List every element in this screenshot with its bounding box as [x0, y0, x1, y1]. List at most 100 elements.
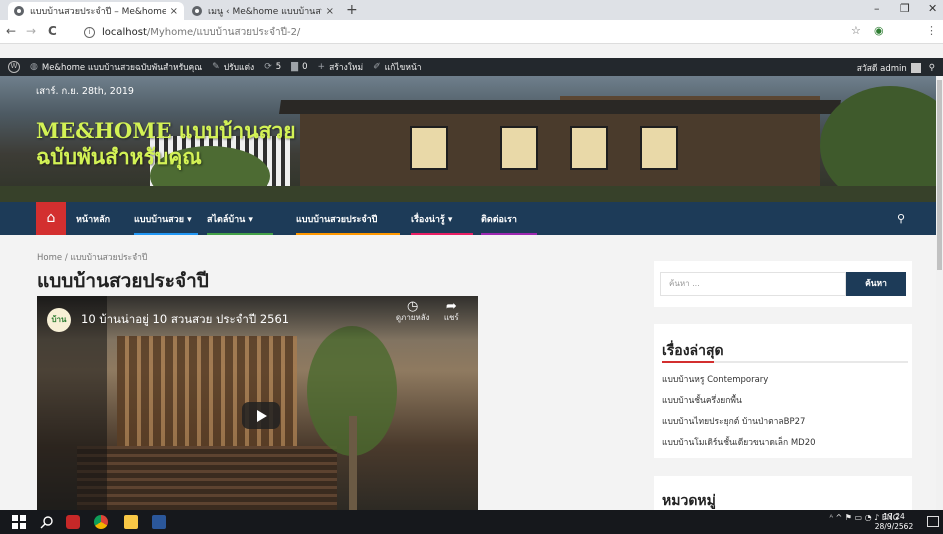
maximize-button[interactable]: ❐	[900, 2, 910, 15]
recent-post-link[interactable]: แบบบ้านโมเดิร์นชั้นเดียวขนาดเล็ก MD20	[662, 435, 816, 449]
browser-tab-strip: แบบบ้านสวยประจำปี – Me&home - × เมนู ‹ M…	[0, 0, 943, 20]
reload-button[interactable]: C	[48, 24, 57, 38]
admin-new[interactable]: + สร้างใหม่	[318, 60, 364, 74]
minimize-button[interactable]: –	[874, 2, 880, 15]
admin-edit-page[interactable]: ✐ แก้ไขหน้า	[373, 60, 421, 74]
share-button[interactable]: ➦ แชร์	[433, 299, 469, 323]
tab-close-icon[interactable]: ×	[170, 6, 178, 17]
url-path: /Myhome/แบบบ้านสวยประจำปี-2/	[146, 26, 301, 38]
admin-site-name[interactable]: ◍ Me&home แบบบ้านสวยฉบับพันสำหรับคุณ	[30, 60, 202, 74]
close-window-button[interactable]: ✕	[928, 2, 937, 15]
nav-item-articles[interactable]: เรื่องน่ารู้ ▾	[411, 202, 473, 235]
recent-post-link[interactable]: แบบบ้านไทยประยุกต์ บ้านป่าตาลBP27	[662, 414, 805, 428]
admin-account[interactable]: สวัสดี admin ⚲	[857, 61, 935, 75]
nav-item-underline	[481, 233, 537, 235]
search-icon[interactable]: ⚲	[897, 212, 905, 225]
nav-item-label: เรื่องน่ารู้ ▾	[411, 214, 453, 225]
globe-icon	[192, 6, 202, 16]
scrollbar-thumb[interactable]	[937, 80, 942, 270]
search-button[interactable]: ค้นหา	[846, 272, 906, 296]
share-label: แชร์	[443, 313, 459, 322]
admin-search-icon[interactable]: ⚲	[929, 63, 935, 73]
admin-comments[interactable]: ▇ 0	[291, 62, 307, 72]
nav-item-label: หน้าหลัก	[76, 214, 111, 225]
tab-inactive[interactable]: เมนู ‹ Me&home แบบบ้านสวยฉบับพั ×	[186, 2, 340, 20]
admin-comments-count: 0	[302, 62, 308, 72]
widget-title-underline	[662, 361, 908, 363]
search-icon[interactable]	[40, 515, 54, 529]
header-image-ground	[0, 186, 943, 202]
admin-customize[interactable]: ✎ ปรับแต่ง	[212, 60, 254, 74]
chrome-icon[interactable]	[94, 515, 108, 529]
windows-start-icon[interactable]	[12, 515, 26, 529]
site-title[interactable]: ME&HOME แบบบ้านสวยฉบับพันสำหรับคุณ	[36, 118, 306, 170]
search-widget: ค้นหา ... ค้นหา	[654, 261, 912, 307]
admin-customize-label: ปรับแต่ง	[223, 63, 255, 73]
home-icon[interactable]: ⌂	[36, 202, 66, 235]
page-scrollbar[interactable]	[936, 76, 943, 510]
video-title[interactable]: 10 บ้านน่าอยู่ 10 สวนสวย ประจำปี 2561	[81, 311, 289, 329]
wp-admin-bar: W ◍ Me&home แบบบ้านสวยฉบับพันสำหรับคุณ ✎ ป…	[0, 58, 943, 76]
browser-menu-icon[interactable]: ⋮	[926, 24, 937, 37]
avatar	[910, 63, 921, 73]
url-field[interactable]: i localhost /Myhome/แบบบ้านสวยประจำปี-2/	[84, 23, 844, 41]
taskbar: ᴬ ^ ⚑ ▭ ◔ ♪ ENG 17:24 28/9/2562	[0, 510, 943, 534]
nav-item-contact[interactable]: ติดต่อเรา	[481, 202, 537, 235]
clock-date: 28/9/2562	[874, 522, 914, 531]
nav-item-underline	[76, 233, 122, 235]
file-explorer-icon[interactable]	[124, 515, 138, 529]
video-thumbnail-deck	[77, 446, 337, 510]
clock-icon: ◷	[407, 299, 419, 314]
admin-edit-label: แก้ไขหน้า	[384, 63, 422, 73]
recent-post-link[interactable]: แบบบ้านชั้นครึ่งยกพื้น	[662, 393, 742, 407]
nav-item-beautiful-houses[interactable]: แบบบ้านสวย ▾	[134, 202, 198, 235]
share-icon: ➦	[445, 299, 457, 314]
admin-updates[interactable]: ⟳ 5	[264, 62, 281, 72]
bookmark-star-icon[interactable]: ☆	[851, 24, 861, 37]
info-icon[interactable]: i	[84, 26, 95, 38]
admin-updates-count: 5	[275, 62, 282, 72]
nav-item-annual-houses[interactable]: แบบบ้านสวยประจำปี	[296, 202, 400, 235]
back-button[interactable]: ←	[6, 24, 16, 38]
recent-posts-widget: เรื่องล่าสุด แบบบ้านหรู Contemporary แบบ…	[654, 324, 912, 458]
word-icon[interactable]	[152, 515, 166, 529]
page-title: แบบบ้านสวยประจำปี	[37, 270, 209, 292]
plus-icon: +	[317, 62, 326, 72]
breadcrumb-separator: /	[64, 253, 68, 263]
play-button[interactable]	[242, 402, 280, 429]
search-input[interactable]: ค้นหา ...	[660, 272, 846, 296]
system-clock[interactable]: 17:24 28/9/2562	[869, 512, 919, 532]
new-tab-button[interactable]: +	[346, 3, 358, 17]
tab-close-icon[interactable]: ×	[326, 6, 334, 17]
wordpress-logo-icon[interactable]: W	[8, 61, 20, 73]
tab-title: เมนู ‹ Me&home แบบบ้านสวยฉบับพั	[208, 7, 322, 17]
globe-icon	[14, 6, 24, 16]
breadcrumb-home-link[interactable]: Home	[37, 253, 62, 263]
nav-item-label: แบบบ้านสวย ▾	[134, 214, 192, 225]
nav-item-label: สไตล์บ้าน ▾	[207, 214, 253, 225]
channel-avatar[interactable]: บ้าน	[47, 308, 71, 332]
nav-item-house-styles[interactable]: สไตล์บ้าน ▾	[207, 202, 273, 235]
clock-time: 17:24	[883, 512, 905, 521]
media-app-icon[interactable]	[66, 515, 80, 529]
nav-item-label: แบบบ้านสวยประจำปี	[296, 214, 378, 225]
dashboard-icon: ◍	[30, 62, 38, 72]
forward-button[interactable]: →	[26, 24, 36, 38]
watch-later-button[interactable]: ◷ ดูภายหลัง	[395, 299, 431, 323]
recent-posts-title: เรื่องล่าสุด	[662, 343, 724, 359]
brush-icon: ✎	[212, 62, 220, 72]
admin-site-name-label: Me&home แบบบ้านสวยฉบับพันสำหรับคุณ	[41, 63, 203, 73]
video-actions: ◷ ดูภายหลัง ➦ แชร์	[393, 299, 471, 323]
video-player[interactable]: บ้าน 10 บ้านน่าอยู่ 10 สวนสวย ประจำปี 25…	[37, 296, 478, 510]
video-thumbnail-trunk	[349, 416, 357, 510]
extension-icon[interactable]: ◉	[874, 24, 884, 37]
recent-post-link[interactable]: แบบบ้านหรู Contemporary	[662, 372, 768, 386]
breadcrumb-current: แบบบ้านสวยประจำปี	[70, 253, 148, 263]
nav-item-underline	[134, 233, 198, 235]
categories-title: หมวดหมู่	[662, 493, 716, 509]
nav-item-home[interactable]: หน้าหลัก	[76, 202, 122, 235]
nav-item-underline	[411, 233, 473, 235]
tab-active[interactable]: แบบบ้านสวยประจำปี – Me&home - ×	[8, 2, 184, 20]
notification-icon[interactable]	[927, 516, 939, 527]
admin-new-label: สร้างใหม่	[329, 63, 364, 73]
